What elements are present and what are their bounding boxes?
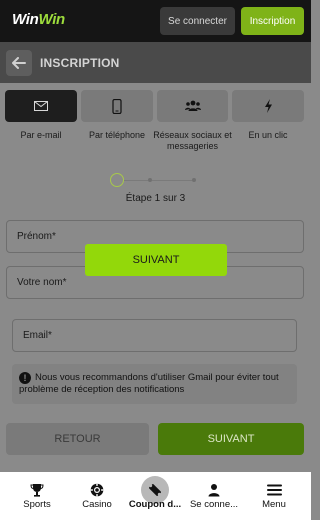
casino-chip-icon (90, 483, 104, 497)
envelope-icon (34, 101, 48, 111)
first-name-placeholder: Prénom* (17, 231, 56, 242)
arrow-left-icon (12, 57, 26, 69)
nav-casino-label: Casino (82, 499, 112, 510)
people-icon (184, 100, 201, 111)
register-button[interactable]: Inscription (241, 7, 304, 35)
step-indicator (110, 172, 205, 188)
step-dot (148, 178, 152, 182)
overlay-next-button[interactable]: SUIVANT (85, 244, 227, 276)
method-email-label: Par e-mail (20, 130, 62, 140)
nav-sports-label: Sports (23, 499, 51, 510)
logo-part-1: Win (12, 11, 39, 28)
gmail-notice: Nous vous recommandons d'utiliser Gmail … (12, 364, 297, 404)
user-icon (208, 484, 220, 497)
info-icon: ! (19, 372, 31, 384)
trophy-icon (30, 484, 44, 497)
method-email-tab[interactable] (5, 90, 77, 122)
nav-sports[interactable]: Sports (12, 472, 62, 520)
hamburger-icon (266, 484, 282, 496)
page-title: INSCRIPTION (40, 56, 120, 70)
lightning-icon (264, 99, 272, 113)
nav-menu[interactable]: Menu (249, 472, 299, 520)
nav-menu-label: Menu (262, 499, 286, 510)
method-phone-tab[interactable] (81, 90, 153, 122)
method-one-click-label: En un clic (248, 130, 288, 140)
nav-login-label: Se conne... (189, 499, 239, 510)
logo[interactable]: WinWin (12, 11, 65, 28)
next-button[interactable]: SUIVANT (158, 423, 304, 455)
step-text: Étape 1 sur 3 (125, 193, 186, 204)
nav-login[interactable]: Se conne... (184, 472, 244, 520)
title-bar: INSCRIPTION (0, 42, 311, 83)
method-one-click-tab[interactable] (232, 90, 304, 122)
method-phone-label: Par téléphone (88, 130, 146, 140)
nav-coupon[interactable]: Coupon d... (125, 472, 185, 520)
step-current-circle (110, 173, 124, 187)
email-field[interactable]: Email* (12, 319, 297, 352)
bottom-nav: Sports Casino Coupon d... Se conne... Me… (0, 472, 311, 520)
notice-text: Nous vous recommandons d'utiliser Gmail … (19, 372, 279, 395)
step-connector (152, 179, 192, 181)
method-social-label: Réseaux sociaux et messageries (153, 130, 232, 151)
logo-part-2: Win (38, 11, 65, 28)
ticket-icon (149, 484, 161, 496)
step-dot (192, 178, 196, 182)
nav-casino[interactable]: Casino (72, 472, 122, 520)
step-connector (124, 179, 148, 181)
back-button[interactable]: RETOUR (6, 423, 149, 455)
back-arrow-button[interactable] (6, 50, 32, 76)
method-social-tab[interactable] (157, 90, 228, 122)
login-button[interactable]: Se connecter (160, 7, 235, 35)
nav-coupon-label: Coupon d... (128, 499, 182, 510)
top-bar: WinWin Se connecter Inscription (0, 0, 311, 42)
phone-icon (112, 98, 122, 114)
email-placeholder: Email* (23, 330, 52, 341)
last-name-placeholder: Votre nom* (17, 277, 67, 288)
